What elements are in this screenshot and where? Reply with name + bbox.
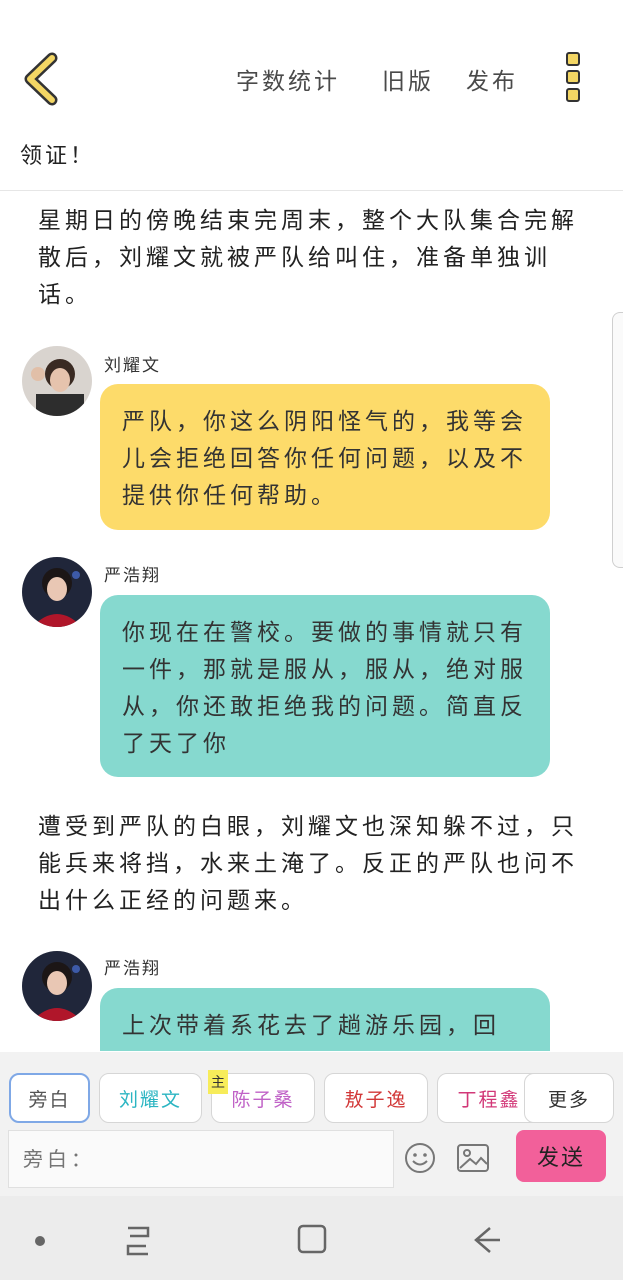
- role-selector: 旁白 刘耀文 主 陈子桑 敖子逸 丁程鑫 更多: [0, 1052, 623, 1130]
- chapter-title[interactable]: 领证！: [20, 138, 95, 170]
- avatar: [22, 346, 92, 416]
- narration-block[interactable]: 遭受到严队的白眼，刘耀文也深知躲不过，只能兵来将挡，水来土淹了。反正的严队也问不…: [38, 809, 598, 920]
- top-bar: 字数统计 旧版 发布: [0, 0, 623, 130]
- back-button[interactable]: [18, 52, 68, 106]
- speaker-name: 严浩翔: [104, 566, 161, 586]
- chevron-left-icon: [24, 52, 58, 106]
- more-roles-button[interactable]: 更多: [524, 1073, 614, 1123]
- dialog-bubble[interactable]: 上次带着系花去了趟游乐园，回: [100, 988, 550, 1051]
- role-chip[interactable]: 主 陈子桑: [208, 1070, 315, 1123]
- publish-button[interactable]: 发布: [466, 62, 518, 96]
- home-icon[interactable]: [296, 1222, 330, 1258]
- text-input[interactable]: [8, 1130, 394, 1188]
- role-label: 敖子逸: [344, 1088, 408, 1111]
- dot-icon: [35, 1236, 45, 1246]
- role-label: 刘耀文: [118, 1088, 182, 1111]
- role-chip[interactable]: 刘耀文: [99, 1073, 202, 1123]
- system-nav-bar: [0, 1196, 623, 1280]
- main-role-badge: 主: [208, 1070, 228, 1094]
- recent-apps-icon[interactable]: [120, 1224, 156, 1258]
- narration-block[interactable]: 星期日的傍晚结束完周末，整个大队集合完解散后，刘耀文就被严队给叫住，准备单独训话…: [38, 203, 598, 314]
- role-chip[interactable]: 敖子逸: [324, 1073, 428, 1123]
- emoji-icon[interactable]: [404, 1142, 436, 1174]
- back-nav-icon[interactable]: [468, 1222, 504, 1258]
- speaker-name: 刘耀文: [104, 356, 161, 376]
- story-content[interactable]: 星期日的傍晚结束完周末，整个大队集合完解散后，刘耀文就被严队给叫住，准备单独训话…: [0, 191, 623, 1051]
- speaker-name: 严浩翔: [104, 959, 161, 979]
- role-label: 丁程鑫: [457, 1088, 521, 1111]
- word-count-button[interactable]: 字数统计: [236, 62, 340, 96]
- dialog-bubble[interactable]: 严队，你这么阴阳怪气的，我等会儿会拒绝回答你任何问题，以及不提供你任何帮助。: [100, 384, 550, 530]
- input-row: 发送: [0, 1130, 623, 1196]
- more-roles-label: 更多: [547, 1088, 590, 1111]
- role-chip[interactable]: 旁白: [9, 1073, 90, 1123]
- scroll-handle[interactable]: [612, 312, 623, 568]
- avatar: [22, 557, 92, 627]
- role-label: 旁白: [28, 1088, 71, 1111]
- send-label: 发送: [536, 1146, 585, 1171]
- avatar: [22, 951, 92, 1021]
- dialog-bubble[interactable]: 你现在在警校。要做的事情就只有一件，那就是服从，服从，绝对服从，你还敢拒绝我的问…: [100, 595, 550, 777]
- image-icon[interactable]: [456, 1142, 490, 1174]
- more-options-icon[interactable]: [558, 52, 588, 104]
- send-button[interactable]: 发送: [516, 1130, 606, 1182]
- role-label: 陈子桑: [231, 1088, 295, 1111]
- old-version-button[interactable]: 旧版: [382, 62, 434, 96]
